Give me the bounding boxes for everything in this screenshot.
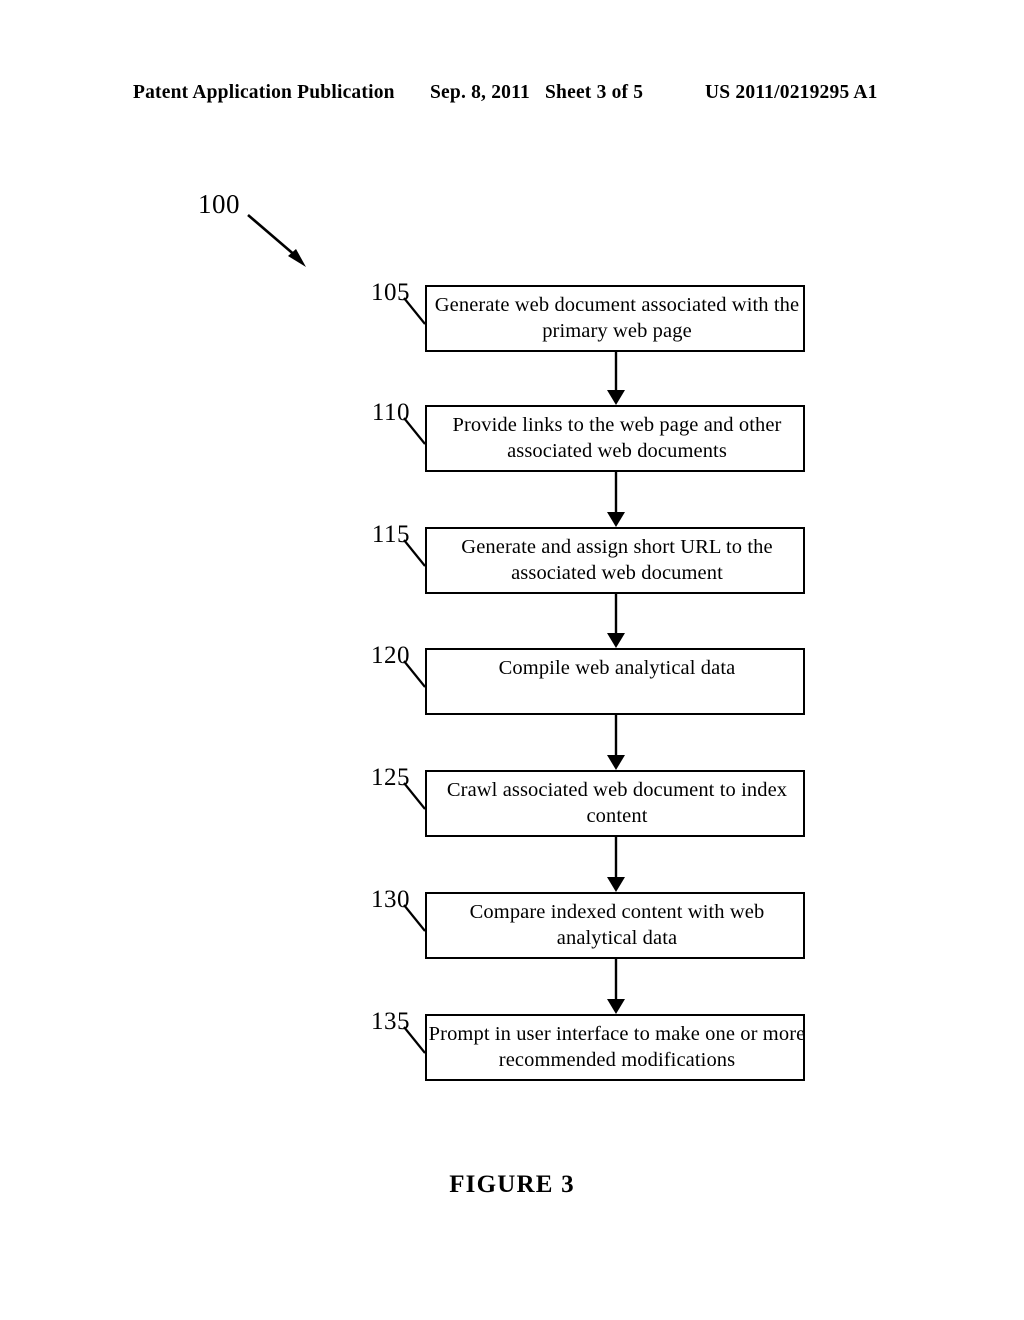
flow-step-120-label: Compile web analytical data <box>498 657 736 679</box>
connector-arrow-105-to-110 <box>607 352 625 405</box>
flow-step-110-label: Provide links to the web page and other … <box>452 414 782 462</box>
flow-step-135-label: Prompt in user interface to make one or … <box>428 1023 806 1071</box>
connector-arrow-130-to-135 <box>607 959 625 1014</box>
flow-step-115: Generate and assign short URL to the ass… <box>425 527 805 594</box>
flow-step-135: Prompt in user interface to make one or … <box>425 1014 805 1081</box>
flowchart: 105 Generate web document associated wit… <box>0 0 1024 1320</box>
flow-step-130-label: Compare indexed content with web analyti… <box>469 901 765 949</box>
figure-caption: FIGURE 3 <box>449 1171 575 1198</box>
connector-arrow-110-to-115 <box>607 472 625 527</box>
connector-arrow-125-to-130 <box>607 837 625 892</box>
flow-step-125: Crawl associated web document to index c… <box>425 770 805 837</box>
flow-step-125-label: Crawl associated web document to index c… <box>446 779 788 827</box>
connector-arrow-115-to-120 <box>607 594 625 648</box>
connector-arrow-120-to-125 <box>607 715 625 770</box>
flow-step-115-label: Generate and assign short URL to the ass… <box>461 536 773 584</box>
flow-step-120: Compile web analytical data <box>425 648 805 715</box>
flow-step-105: Generate web document associated with th… <box>425 285 805 352</box>
flow-step-110: Provide links to the web page and other … <box>425 405 805 472</box>
flow-step-105-label: Generate web document associated with th… <box>434 294 800 342</box>
flow-step-130: Compare indexed content with web analyti… <box>425 892 805 959</box>
patent-figure-page: Patent Application Publication Sep. 8, 2… <box>0 0 1024 1320</box>
